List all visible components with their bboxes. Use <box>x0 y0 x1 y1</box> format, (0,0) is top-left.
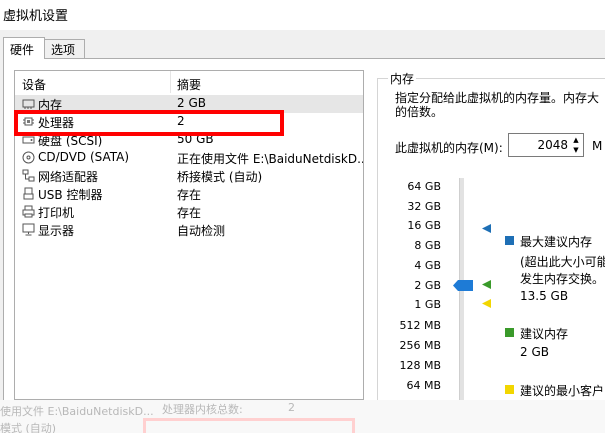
printer-icon <box>22 205 35 218</box>
device-summary: 存在 <box>177 188 202 202</box>
window-title: 虚拟机设置 <box>3 9 69 24</box>
cd-icon <box>22 151 35 164</box>
max-recommended-note-line1: (超出此大小可能 <box>520 255 605 269</box>
spin-up-button[interactable]: ▲ <box>569 135 583 145</box>
tab-options[interactable]: 选项 <box>44 39 85 58</box>
memory-description-line2: 的倍数。 <box>395 105 444 119</box>
ghost-text-cd-summary: 使用文件 E:\BaiduNetdiskD... <box>0 405 154 418</box>
max-recommended-value: 13.5 GB <box>520 289 569 303</box>
scale-tick: 1 GB <box>414 298 441 311</box>
scale-tick: 4 GB <box>414 259 441 272</box>
memory-input-label: 此虚拟机的内存(M): <box>395 141 503 155</box>
memory-group-title: 内存 <box>388 70 417 87</box>
ghost-text-network-summary: 模式 (自动) <box>0 422 57 433</box>
device-row-cd-dvd[interactable]: CD/DVD (SATA) 正在使用文件 E:\BaiduNetdiskD... <box>15 149 363 167</box>
ghost-cpu-cores-label: 处理器内核总数: <box>162 403 243 416</box>
device-row-display[interactable]: 显示器 自动检测 <box>15 221 363 239</box>
max-recommended-note-line2: 发生内存交换。 <box>520 272 605 286</box>
column-header-summary[interactable]: 摘要 <box>177 76 201 93</box>
column-divider[interactable] <box>170 71 171 93</box>
column-header-device[interactable]: 设备 <box>22 76 46 93</box>
memory-unit-label: M <box>592 139 603 153</box>
max-recommended-marker-icon <box>482 224 491 236</box>
recommended-value: 2 GB <box>520 345 549 359</box>
max-recommended-label: 最大建议内存 <box>520 235 593 249</box>
scale-tick: 256 MB <box>399 339 441 352</box>
memory-input-value[interactable]: 2048 <box>522 138 568 152</box>
min-recommended-label: 建议的最小客户 <box>520 384 605 398</box>
memory-description-line1: 指定分配给此虚拟机的内存量。内存大 <box>395 91 600 105</box>
min-recommended-marker-icon <box>482 299 491 311</box>
title-bar <box>0 0 605 30</box>
device-summary: 正在使用文件 E:\BaiduNetdiskD... <box>177 152 363 166</box>
memory-slider-thumb[interactable] <box>453 280 473 291</box>
recommended-marker-icon <box>482 280 491 292</box>
scale-tick: 16 GB <box>407 219 441 232</box>
monitor-icon <box>22 223 35 236</box>
device-name: 显示器 <box>38 224 75 238</box>
scale-tick: 128 MB <box>399 359 441 372</box>
network-icon <box>22 169 35 182</box>
device-name: 网络适配器 <box>38 170 99 184</box>
device-name: 打印机 <box>38 206 75 220</box>
min-recommended-swatch <box>505 385 514 394</box>
device-row-usb-controller[interactable]: USB 控制器 存在 <box>15 185 363 203</box>
scale-tick: 64 GB <box>407 180 441 193</box>
memory-description: 指定分配给此虚拟机的内存量。内存大 的倍数。 <box>395 91 605 119</box>
device-summary: 存在 <box>177 206 202 220</box>
annotation-highlight-box <box>14 110 284 136</box>
scale-tick: 512 MB <box>399 319 441 332</box>
scale-tick: 32 GB <box>407 200 441 213</box>
scale-tick: 64 MB <box>406 379 441 392</box>
device-name: USB 控制器 <box>38 188 103 202</box>
device-summary: 桥接模式 (自动) <box>177 170 263 184</box>
tab-hardware[interactable]: 硬件 <box>3 37 45 59</box>
spin-down-button[interactable]: ▼ <box>569 145 583 155</box>
ghost-cpu-cores-value: 2 <box>288 401 295 414</box>
recommended-label: 建议内存 <box>520 327 569 341</box>
scale-tick: 8 GB <box>414 239 441 252</box>
ghost-annotation-box <box>143 418 355 433</box>
scale-tick: 2 GB <box>414 279 441 292</box>
device-name: CD/DVD (SATA) <box>38 150 130 164</box>
device-row-network-adapter[interactable]: 网络适配器 桥接模式 (自动) <box>15 167 363 185</box>
device-summary: 2 GB <box>177 96 206 110</box>
device-summary: 自动检测 <box>177 224 226 238</box>
max-recommended-swatch <box>505 236 514 245</box>
memory-icon <box>22 97 35 110</box>
device-row-printer[interactable]: 打印机 存在 <box>15 203 363 221</box>
recommended-swatch <box>505 328 514 337</box>
usb-icon <box>22 187 35 200</box>
